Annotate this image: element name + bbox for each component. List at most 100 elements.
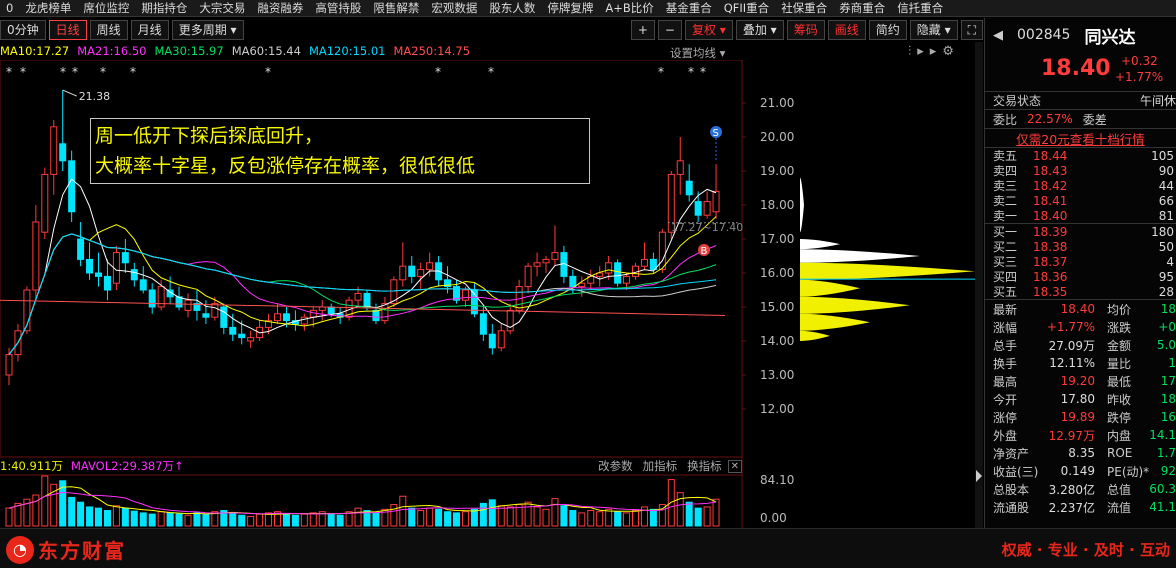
- stat-value: 19.89: [1060, 410, 1095, 424]
- candle-body: [202, 313, 210, 318]
- volume-bar: [560, 505, 568, 527]
- candle-body: [363, 292, 371, 308]
- topnav-item[interactable]: 高管持股: [309, 0, 367, 16]
- stat-label: 收益(三): [993, 464, 1039, 479]
- topnav-item[interactable]: 龙虎榜单: [19, 0, 77, 16]
- topnav-item[interactable]: 信托重合: [891, 0, 949, 16]
- logo-icon: ◔: [6, 535, 34, 564]
- candle-body: [533, 262, 541, 267]
- zoom-in-button[interactable]: +: [630, 20, 655, 40]
- simple-button[interactable]: 简约: [868, 20, 907, 40]
- top-nav-bar: 0 龙虎榜单 席位监控 期指持仓 大宗交易 融资融券 高管持股 限售解禁 宏观数据 股东人数 停牌复…: [0, 0, 1176, 17]
- candle-body: [148, 289, 156, 308]
- bid-row[interactable]: 买一 18.39 180: [985, 224, 1176, 240]
- candle-body: [676, 160, 684, 175]
- volume-tick-label: 84.10: [760, 473, 794, 487]
- change-params-button[interactable]: 改参数: [598, 458, 633, 474]
- topnav-item[interactable]: 席位监控: [77, 0, 135, 16]
- volume-bar: [596, 511, 604, 527]
- topnav-item[interactable]: QFII重合: [718, 0, 775, 16]
- promo-link[interactable]: 仅需20元查看十档行情: [1016, 129, 1144, 148]
- topnav-item[interactable]: 期指持仓: [135, 0, 193, 16]
- annotation-line-2: 大概率十字星，反包涨停存在概率，很低很低: [95, 155, 476, 177]
- topnav-item[interactable]: 券商重合: [833, 0, 891, 16]
- topnav-item[interactable]: 融资融券: [251, 0, 309, 16]
- overlay-dropdown[interactable]: 叠加 ▾: [735, 20, 784, 40]
- chip-distribution-band: [800, 262, 975, 280]
- bid-row[interactable]: 买三 18.37 4: [985, 254, 1176, 270]
- stat-label-2: 涨跌: [1107, 320, 1132, 335]
- volume-bar: [533, 506, 541, 527]
- volume-bar: [103, 510, 111, 527]
- ma-line-21: [8, 233, 717, 355]
- ask-volume: 44: [1158, 178, 1174, 193]
- bid-book: 买一 18.39 180 买二 18.38 50 买三 18.37 4 买四 18.36 95 买五 18…: [985, 224, 1176, 300]
- candle-body: [614, 262, 622, 284]
- buy-signal-letter: B: [701, 246, 708, 257]
- topnav-item[interactable]: 社保重合: [775, 0, 833, 16]
- volume-bar: [569, 510, 577, 527]
- topnav-item[interactable]: 0: [0, 1, 19, 15]
- topnav-item[interactable]: A+B比价: [599, 0, 659, 16]
- ask-row[interactable]: 卖一 18.40 81: [985, 208, 1176, 224]
- candle-body: [712, 190, 720, 213]
- bid-volume: 50: [1158, 239, 1174, 254]
- candle-body: [32, 221, 40, 291]
- vol-ma2-label: MAVOL2:29.387万: [70, 459, 175, 473]
- topnav-item[interactable]: 大宗交易: [193, 0, 251, 16]
- chips-button[interactable]: 筹码: [786, 20, 825, 40]
- ask-price: 18.43: [1033, 163, 1068, 178]
- stat-value: 27.09万: [1048, 338, 1095, 353]
- topnav-item[interactable]: 股东人数: [483, 0, 541, 16]
- high-pointer: [62, 89, 77, 97]
- switch-indicator-button[interactable]: 换指标: [687, 458, 722, 474]
- topnav-item[interactable]: 宏观数据: [425, 0, 483, 16]
- more-periods-dropdown[interactable]: 更多周期 ▾: [171, 20, 244, 40]
- volume-bar: [703, 506, 711, 527]
- ma-settings-button[interactable]: 设置均线 ▾: [670, 45, 725, 61]
- volume-bar: [193, 512, 201, 527]
- hide-dropdown[interactable]: 隐藏 ▾: [909, 20, 958, 40]
- stat-label: 换手: [993, 356, 1018, 371]
- ask-row[interactable]: 卖五 18.44 105: [985, 148, 1176, 164]
- volume-bar: [265, 512, 273, 527]
- volume-bar: [461, 511, 469, 527]
- bid-row[interactable]: 买四 18.36 95: [985, 269, 1176, 285]
- stat-row: 净资产 8.35 ROE 1.7: [985, 444, 1176, 462]
- bid-row[interactable]: 买五 18.35 28: [985, 284, 1176, 300]
- chart-tool-icons[interactable]: ⫶▸▸⚙: [908, 44, 960, 59]
- back-arrow-icon[interactable]: ◀: [993, 28, 1003, 43]
- topnav-item[interactable]: 基金重合: [660, 0, 718, 16]
- volume-bar: [229, 512, 237, 527]
- fullscreen-icon[interactable]: ⛶: [960, 20, 983, 40]
- zoom-out-button[interactable]: −: [657, 20, 682, 40]
- panel-toggle[interactable]: [975, 42, 983, 528]
- topnav-item[interactable]: 停牌复牌: [541, 0, 599, 16]
- volume-bar: [435, 508, 443, 527]
- ask-price: 18.40: [1033, 208, 1068, 223]
- volume-bar: [68, 496, 76, 527]
- volume-bar: [470, 508, 478, 527]
- add-indicator-button[interactable]: 加指标: [643, 458, 678, 474]
- bid-row[interactable]: 买二 18.38 50: [985, 239, 1176, 255]
- adjust-dropdown[interactable]: 复权 ▾: [684, 20, 733, 40]
- logo-text: 东方财富: [38, 539, 126, 563]
- stats-table: 最新 18.40 均价 18 涨幅 +1.77% 涨跌 +0 总手 27.09万 金额 5.0 换手 12…: [985, 300, 1176, 516]
- draw-button[interactable]: 画线: [827, 20, 866, 40]
- ask-price: 18.41: [1033, 193, 1068, 208]
- ask-row[interactable]: 卖三 18.42 44: [985, 178, 1176, 194]
- period-week-tab[interactable]: 周线: [89, 20, 128, 40]
- stat-label-2: ROE: [1107, 446, 1133, 460]
- overlay-label: 叠加: [742, 23, 767, 37]
- topnav-item[interactable]: 限售解禁: [367, 0, 425, 16]
- period-minute-tab[interactable]: 0分钟: [0, 20, 46, 40]
- ma-legend-item: MA120:15.01: [308, 44, 386, 58]
- close-icon[interactable]: ✕: [727, 459, 742, 473]
- candle-body: [658, 231, 666, 271]
- ask-row[interactable]: 卖二 18.41 66: [985, 193, 1176, 209]
- period-month-tab[interactable]: 月线: [130, 20, 169, 40]
- volume-bar: [444, 511, 452, 527]
- period-day-tab[interactable]: 日线: [48, 20, 87, 40]
- candle-body: [86, 258, 94, 274]
- ask-row[interactable]: 卖四 18.43 90: [985, 163, 1176, 179]
